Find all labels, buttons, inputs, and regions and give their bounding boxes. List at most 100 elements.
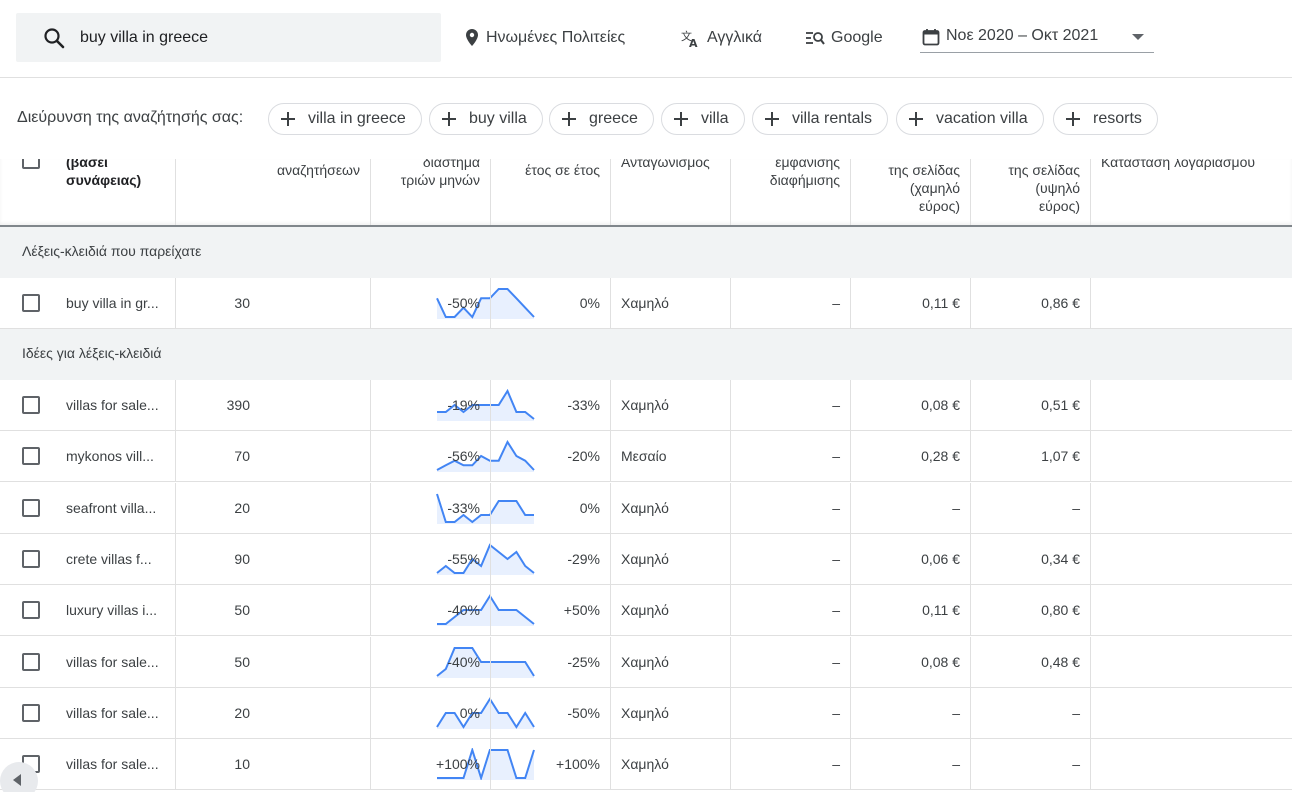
searches-cell: 50 xyxy=(176,636,535,687)
location-label: Ηνωμένες Πολιτείες xyxy=(486,29,626,46)
plus-icon xyxy=(441,111,457,127)
chip-label: villa xyxy=(701,110,729,127)
bid-high-cell: – xyxy=(971,687,1091,738)
column-header-three-month-change[interactable]: διάστημα τριών μηνών xyxy=(371,159,491,225)
table-row[interactable]: villas for sale... 50 -40% -25% Χαμηλό –0,08 … xyxy=(0,636,1292,688)
yoy-change-cell: +100% xyxy=(491,739,611,790)
keyword-text[interactable]: villas for sale... xyxy=(66,705,159,721)
bid-low-cell: 0,06 € xyxy=(851,533,971,584)
column-header-yoy-change[interactable]: έτος σε έτος xyxy=(491,159,611,225)
yoy-change-cell: -20% xyxy=(491,431,611,482)
column-header-account-status[interactable]: Κατάσταση λογαριασμού xyxy=(1091,159,1292,225)
chip-villa-rentals[interactable]: villa rentals xyxy=(752,103,889,135)
keyword-text[interactable]: crete villas f... xyxy=(66,551,152,567)
three-month-change-cell: -55% xyxy=(371,533,491,584)
row-checkbox[interactable] xyxy=(22,601,40,620)
keyword-text[interactable]: villas for sale... xyxy=(66,756,159,772)
competition-cell: Χαμηλό xyxy=(611,687,731,738)
competition-cell: Χαμηλό xyxy=(611,380,731,430)
impression-share-cell: – xyxy=(731,380,851,430)
impression-share-cell: – xyxy=(731,533,851,584)
table-row[interactable]: villas for sale... 20 0% -50% Χαμηλό – – – xyxy=(0,687,1292,739)
scroll-left-button[interactable] xyxy=(0,762,38,792)
row-checkbox[interactable] xyxy=(22,703,40,722)
column-header-competition[interactable]: Ανταγωνισμός xyxy=(611,159,731,225)
network-selector[interactable]: Google xyxy=(805,26,883,50)
column-header-bid-high[interactable]: της σελίδας (υψηλό εύρος) xyxy=(971,159,1091,225)
broaden-search-bar: Διεύρυνση της αναζήτησής σας: villa in g… xyxy=(0,79,1292,159)
chip-buy-villa[interactable]: buy villa xyxy=(429,103,543,135)
keyword-text[interactable]: mykonos vill... xyxy=(66,448,154,464)
plus-icon xyxy=(764,111,780,127)
plus-icon xyxy=(280,111,296,127)
language-selector[interactable]: 文A Αγγλικά xyxy=(681,26,762,50)
account-status-cell xyxy=(1091,585,1292,635)
table-row[interactable]: mykonos vill... 70 -56% -20% Μεσαίο –0,28 €1,… xyxy=(0,431,1292,483)
three-month-change-cell: -40% xyxy=(371,585,491,636)
search-icon xyxy=(44,28,65,49)
avg-monthly-searches: 90 xyxy=(234,550,250,567)
three-month-change-cell: -56% xyxy=(371,431,491,482)
date-range-selector[interactable]: Νοε 2020 – Οκτ 2021 xyxy=(920,24,1154,53)
table-row[interactable]: luxury villas i... 50 -40% +50% Χαμηλό –0,11 … xyxy=(0,585,1292,637)
column-header-searches[interactable]: αναζητήσεων xyxy=(176,159,371,225)
three-month-change-cell: +100% xyxy=(371,739,491,790)
plus-icon xyxy=(561,111,577,127)
row-checkbox[interactable] xyxy=(22,549,40,568)
plus-icon xyxy=(1065,111,1081,127)
row-checkbox[interactable] xyxy=(22,294,40,312)
chip-villa[interactable]: villa xyxy=(661,103,745,135)
yoy-change-cell: +50% xyxy=(491,585,611,636)
date-range-label: Νοε 2020 – Οκτ 2021 xyxy=(946,27,1099,44)
chevron-down-icon xyxy=(1132,34,1144,40)
network-label: Google xyxy=(831,29,883,46)
chip-villa-in-greece[interactable]: villa in greece xyxy=(268,103,422,135)
competition-cell: Χαμηλό xyxy=(611,585,731,636)
select-all-checkbox[interactable] xyxy=(22,159,40,169)
row-checkbox[interactable] xyxy=(22,652,40,671)
bid-high-cell: – xyxy=(971,482,1091,533)
table-row[interactable]: crete villas f... 90 -55% -29% Χαμηλό –0,06 €… xyxy=(0,533,1292,585)
column-header-keyword[interactable]: (βάσει συνάφειας) xyxy=(0,159,176,225)
avg-monthly-searches: 20 xyxy=(234,704,250,721)
keyword-cell: villas for sale... xyxy=(0,687,176,738)
svg-text:A: A xyxy=(689,37,698,48)
row-checkbox[interactable] xyxy=(22,498,40,517)
keyword-text[interactable]: seafront villa... xyxy=(66,500,156,516)
search-input[interactable] xyxy=(80,25,420,51)
impression-share-cell: – xyxy=(731,278,851,328)
account-status-cell xyxy=(1091,688,1292,738)
keyword-text[interactable]: luxury villas i... xyxy=(66,602,157,618)
row-checkbox[interactable] xyxy=(22,447,40,466)
searches-cell: 90 xyxy=(176,533,535,584)
row-checkbox[interactable] xyxy=(22,396,40,414)
keyword-text[interactable]: buy villa in gr... xyxy=(66,295,159,311)
chip-label: vacation villa xyxy=(936,110,1028,127)
table-row[interactable]: buy villa in gr... 30 -50% 0% Χαμηλό –0,11 €0… xyxy=(0,278,1292,329)
keyword-text[interactable]: villas for sale... xyxy=(66,397,159,413)
search-box[interactable] xyxy=(16,13,441,62)
table-row[interactable]: seafront villa... 20 -33% 0% Χαμηλό – – – xyxy=(0,482,1292,534)
broaden-label: Διεύρυνση της αναζήτησής σας: xyxy=(17,109,244,126)
chip-label: villa rentals xyxy=(792,110,873,127)
keyword-cell: seafront villa... xyxy=(0,482,176,533)
searches-cell: 390 xyxy=(176,380,535,430)
chip-greece[interactable]: greece xyxy=(549,103,654,135)
chip-resorts[interactable]: resorts xyxy=(1053,103,1158,135)
bid-low-cell: 0,08 € xyxy=(851,380,971,430)
searches-cell: 50 xyxy=(176,585,535,636)
location-selector[interactable]: Ηνωμένες Πολιτείες xyxy=(464,26,625,50)
calendar-icon xyxy=(922,29,940,46)
chip-vacation-villa[interactable]: vacation villa xyxy=(896,103,1044,135)
table-row[interactable]: villas for sale... 10 +100% +100% Χαμηλό – – – xyxy=(0,739,1292,791)
column-header-impression-share[interactable]: εμφάνισης διαφήμισης xyxy=(731,159,851,225)
searches-cell: 20 xyxy=(176,687,535,738)
keyword-cell: luxury villas i... xyxy=(0,585,176,636)
yoy-change-cell: 0% xyxy=(491,482,611,533)
avg-monthly-searches: 50 xyxy=(234,602,250,619)
keyword-text[interactable]: villas for sale... xyxy=(66,654,159,670)
impression-share-cell: – xyxy=(731,431,851,482)
column-header-bid-low[interactable]: της σελίδας (χαμηλό εύρος) xyxy=(851,159,971,225)
table-row[interactable]: villas for sale... 390 -19% -33% Χαμηλό –0,08… xyxy=(0,380,1292,431)
yoy-change-cell: -50% xyxy=(491,687,611,738)
